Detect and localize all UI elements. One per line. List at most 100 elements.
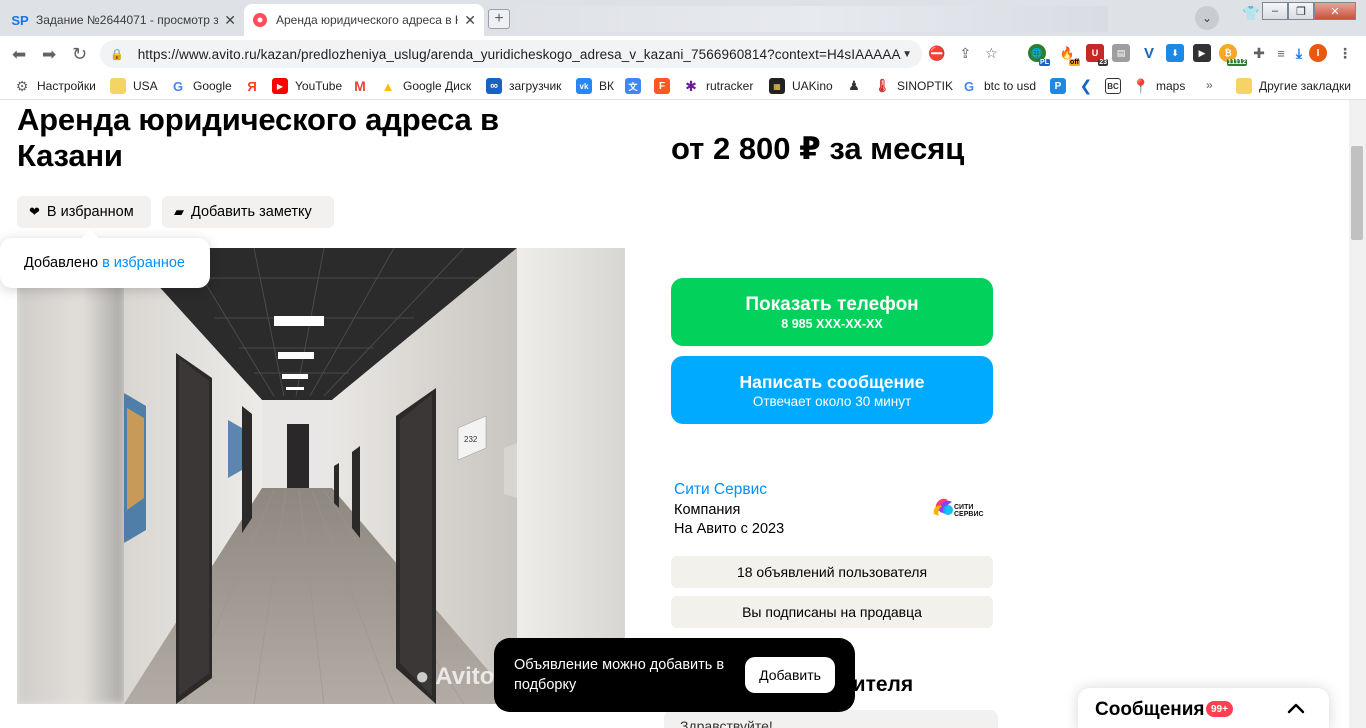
toast-text: Добавлено: [24, 255, 99, 271]
v-ext-icon[interactable]: V: [1140, 44, 1158, 62]
prev-photo-blur: [17, 248, 125, 704]
show-phone-button[interactable]: Показать телефон 8 985 XXX-XX-XX: [671, 278, 993, 346]
bitcoin-ext-icon[interactable]: ₿ 11112: [1219, 44, 1247, 66]
new-tab-button[interactable]: +: [488, 9, 510, 29]
reload-icon[interactable]: ↻: [72, 44, 87, 65]
bookmark-sinoptik[interactable]: 🌡 SINOPTIK: [874, 78, 953, 94]
tab-search-icon[interactable]: ⌄: [1195, 6, 1219, 30]
bookmark-bc[interactable]: BC: [1105, 78, 1128, 94]
bc-icon: BC: [1105, 78, 1121, 94]
reading-list-icon[interactable]: ≡: [1272, 44, 1290, 62]
favorites-link[interactable]: в избранное: [102, 255, 185, 271]
menu-icon[interactable]: ⋮: [1336, 44, 1354, 62]
corridor-photo[interactable]: 232: [124, 248, 517, 704]
quick-message-input[interactable]: Здравствуйте!: [664, 710, 998, 728]
gear-icon: ⚙: [15, 77, 29, 94]
listing-price: от 2 800 ₽ за месяц: [671, 131, 965, 166]
close-tab-icon[interactable]: ✕: [464, 12, 476, 29]
bookmark-vk[interactable]: vk ВК: [576, 78, 614, 94]
bookmark-drive[interactable]: ▲ Google Диск: [380, 78, 472, 94]
star-icon[interactable]: ☆: [985, 45, 998, 62]
note-icon: ▰: [174, 204, 184, 219]
close-tab-icon[interactable]: ✕: [224, 12, 236, 29]
bookmark-f[interactable]: F: [654, 78, 677, 94]
bookmark-btc[interactable]: Gbtc to usd: [961, 78, 1036, 94]
favorite-button[interactable]: ❤ В избранном: [17, 196, 151, 228]
minimize-icon[interactable]: –: [1262, 2, 1288, 20]
unread-badge: 99+: [1206, 701, 1233, 717]
add-to-collection-toast: Объявление можно добавить в подборку Доб…: [494, 638, 855, 712]
puzzle-icon[interactable]: ✚: [1250, 44, 1268, 62]
messenger-panel[interactable]: Сообщения 99+: [1078, 688, 1329, 728]
avito-page: Аренда юридического адреса в Казани от 2…: [0, 100, 1349, 728]
background-tabs: [518, 6, 1108, 32]
arrow-icon: ❮: [1079, 78, 1093, 95]
play-ext-icon[interactable]: ▶: [1193, 44, 1211, 62]
bookmark-other[interactable]: Другие закладки: [1236, 78, 1351, 94]
bookmark-rutracker[interactable]: ✱ rutracker: [683, 78, 753, 94]
tab-title: Аренда юридического адреса в К: [276, 13, 459, 27]
seller-logo[interactable]: СИТИ СЕРВИС: [932, 492, 990, 520]
add-to-collection-button[interactable]: Добавить: [745, 657, 835, 693]
bookmark-arrow[interactable]: ❮: [1078, 78, 1101, 95]
bookmark-loader[interactable]: ∞ загрузчик: [486, 78, 561, 94]
add-note-button[interactable]: ▰ Добавить заметку: [162, 196, 334, 228]
bookmark-gmail[interactable]: M: [352, 78, 375, 94]
bookmarks-bar: ⚙ Настройки USA G Google Я ▶ YouTube M ▲ Goo…: [0, 72, 1366, 100]
subscribe-button[interactable]: Вы подписаны на продавца: [671, 596, 993, 628]
bookmark-settings[interactable]: ⚙ Настройки: [14, 78, 96, 94]
watermark-text: Avito: [435, 663, 495, 690]
bookmark-label: rutracker: [706, 79, 754, 93]
share-icon[interactable]: ⇪: [959, 45, 971, 62]
thermometer-icon: 🌡: [873, 78, 891, 93]
favorite-label: В избранном: [46, 204, 134, 220]
folder-icon: [110, 78, 126, 94]
write-message-label: Написать сообщение: [739, 371, 925, 392]
address-bar[interactable]: 🔒 https://www.avito.ru/kazan/predlozheni…: [100, 40, 922, 68]
bookmark-yandex[interactable]: Я: [244, 78, 267, 94]
blocked-popup-icon[interactable]: ⛔: [928, 45, 945, 62]
tab-task[interactable]: SP Задание №2644071 - просмотр з... ✕: [4, 4, 244, 36]
forward-icon[interactable]: ➡: [42, 45, 56, 65]
masked-phone: 8 985 XXX-XX-XX: [781, 316, 883, 331]
profile-avatar[interactable]: I: [1309, 44, 1327, 62]
browser-tabstrip: SP Задание №2644071 - просмотр з... ✕ Ар…: [0, 0, 1366, 36]
gmail-icon: M: [354, 78, 366, 94]
bookmark-usa[interactable]: USA: [110, 78, 158, 94]
tab-avito[interactable]: Аренда юридического адреса в К ✕: [244, 4, 484, 36]
briefcase-ext-icon[interactable]: ▤: [1112, 44, 1130, 62]
bookmark-google[interactable]: G Google: [170, 78, 232, 94]
bookmark-figure[interactable]: ♟: [846, 78, 869, 94]
close-window-icon[interactable]: ✕: [1314, 2, 1356, 20]
chevron-up-icon[interactable]: [1282, 694, 1310, 722]
bookmark-uakino[interactable]: ▦ UAKino: [769, 78, 833, 94]
maximize-icon[interactable]: ❐: [1288, 2, 1314, 20]
downloads-icon[interactable]: ⤓: [1290, 44, 1308, 62]
browser-toolbar: ⬅ ➡ ↻ 🔒 https://www.avito.ru/kazan/predl…: [0, 36, 1366, 72]
write-message-button[interactable]: Написать сообщение Отвечает около 30 мин…: [671, 356, 993, 424]
download-ext-icon[interactable]: ⬇: [1166, 44, 1184, 62]
ublock-ext-icon[interactable]: U 23: [1086, 44, 1108, 66]
globe-ext-icon[interactable]: 🌐 PL: [1028, 44, 1050, 66]
bookmark-p[interactable]: P: [1050, 78, 1073, 94]
seller-name-link[interactable]: Сити Сервис: [674, 481, 767, 499]
bookmark-label: ВК: [599, 79, 614, 93]
bookmark-maps[interactable]: 📍 maps: [1132, 78, 1185, 94]
scrollbar-thumb[interactable]: [1351, 146, 1363, 240]
bookmark-translate[interactable]: 文: [625, 78, 648, 94]
off-ext-icon[interactable]: 🔥 off: [1058, 44, 1080, 66]
photo-gallery[interactable]: 232 ● Avito: [17, 248, 625, 704]
show-phone-label: Показать телефон: [745, 293, 919, 315]
chevron-down-icon[interactable]: ▼: [902, 49, 912, 60]
page-scrollbar[interactable]: [1349, 100, 1366, 728]
avito-watermark: ● Avito: [415, 663, 495, 690]
rutracker-icon: ✱: [685, 77, 697, 94]
seller-ads-button[interactable]: 18 объявлений пользователя: [671, 556, 993, 588]
seller-since: На Авито с 2023: [674, 521, 785, 537]
lock-icon: 🔒: [110, 48, 124, 61]
bookmarks-overflow[interactable]: »: [1206, 78, 1213, 92]
p-icon: P: [1050, 78, 1066, 94]
back-icon[interactable]: ⬅: [12, 45, 26, 65]
url-text[interactable]: https://www.avito.ru/kazan/predlozheniya…: [138, 47, 902, 62]
bookmark-youtube[interactable]: ▶ YouTube: [272, 78, 342, 94]
